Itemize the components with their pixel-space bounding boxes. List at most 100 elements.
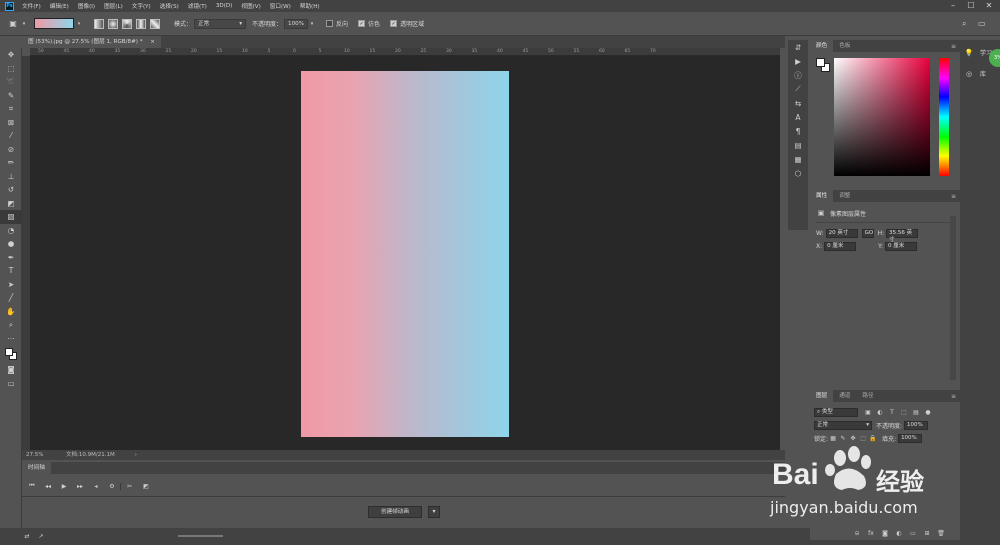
character-icon[interactable]: A bbox=[788, 110, 808, 124]
styles-icon[interactable]: ▤ bbox=[788, 138, 808, 152]
stamp-tool-icon[interactable]: ⊥ bbox=[0, 170, 22, 184]
blend-mode-select[interactable]: 正常 ▾ bbox=[814, 421, 872, 430]
hue-slider[interactable] bbox=[939, 58, 949, 176]
type-filter-icon[interactable]: T bbox=[886, 409, 898, 416]
document-canvas[interactable] bbox=[301, 71, 509, 437]
menu-view[interactable]: 视图(V) bbox=[241, 2, 260, 10]
panel-menu-icon[interactable]: ≡ bbox=[951, 43, 956, 50]
3d-icon[interactable]: ⬡ bbox=[788, 166, 808, 180]
close-icon[interactable]: ✕ bbox=[980, 0, 998, 12]
screen-mode-icon[interactable]: ▭ bbox=[0, 377, 22, 391]
foreground-background-icon[interactable] bbox=[0, 345, 22, 363]
history-brush-tool-icon[interactable]: ↺ bbox=[0, 183, 22, 197]
quick-mask-icon[interactable]: ◙ bbox=[0, 363, 22, 377]
more-tools-icon[interactable]: ⋯ bbox=[0, 332, 22, 346]
tab-paths[interactable]: 路径 bbox=[856, 390, 879, 402]
document-tab[interactable]: 图 (53%).jpg @ 27.5% (图层 1, RGB/8#) * × bbox=[22, 36, 161, 48]
adjustments-icon[interactable]: ⇆ bbox=[788, 96, 808, 110]
gradient-tool-icon[interactable]: ▧ bbox=[0, 210, 22, 224]
menu-window[interactable]: 窗口(W) bbox=[270, 2, 291, 10]
close-icon[interactable]: × bbox=[150, 39, 155, 45]
type-tool-icon[interactable]: T bbox=[0, 264, 22, 278]
scissors-icon[interactable]: ✂ bbox=[120, 482, 138, 490]
paragraph-icon[interactable]: ¶ bbox=[788, 124, 808, 138]
crop-tool-icon[interactable]: ⌗ bbox=[0, 102, 22, 116]
create-frame-animation-button[interactable]: 创建帧动画 bbox=[368, 506, 422, 518]
transition-icon[interactable]: ◩ bbox=[138, 483, 154, 490]
tab-channels[interactable]: 通道 bbox=[833, 390, 856, 402]
diamond-gradient-button[interactable] bbox=[150, 18, 160, 29]
menu-file[interactable]: 文件(F) bbox=[22, 2, 41, 10]
chevron-down-icon[interactable]: ▾ bbox=[428, 506, 440, 518]
maximize-icon[interactable]: ☐ bbox=[962, 0, 980, 12]
y-input[interactable]: 0 厘米 bbox=[885, 242, 918, 251]
gradient-picker-swatch[interactable] bbox=[34, 18, 74, 29]
line-tool-icon[interactable]: ╱ bbox=[0, 291, 22, 305]
scrollbar[interactable] bbox=[950, 216, 956, 380]
adjustment-filter-icon[interactable]: ◐ bbox=[874, 409, 886, 416]
chevron-down-icon[interactable]: ▾ bbox=[20, 21, 28, 27]
width-input[interactable]: 20 英寸 bbox=[825, 229, 858, 238]
height-input[interactable]: 35.56 英寸 bbox=[886, 229, 919, 243]
path-select-tool-icon[interactable]: ➤ bbox=[0, 278, 22, 292]
previous-frame-icon[interactable]: ◂◂ bbox=[40, 483, 56, 490]
link-dimensions-button[interactable]: GO bbox=[861, 229, 874, 238]
layer-opacity-input[interactable]: 100% bbox=[904, 421, 929, 430]
canvas-area[interactable] bbox=[30, 56, 780, 450]
lasso-tool-icon[interactable]: ➰ bbox=[0, 75, 22, 89]
tab-properties[interactable]: 属性 bbox=[810, 190, 834, 202]
panel-menu-icon[interactable]: ≡ bbox=[951, 193, 956, 200]
chevron-right-icon[interactable]: › bbox=[135, 450, 137, 460]
brush-settings-icon[interactable]: ⟋ bbox=[788, 82, 808, 96]
x-input[interactable]: 0 厘米 bbox=[824, 242, 857, 251]
layer-kind-filter[interactable]: ⌕ 类型 bbox=[814, 408, 858, 417]
workspace-icon[interactable]: ▭ bbox=[978, 19, 986, 28]
group-icon[interactable]: ▭ bbox=[906, 530, 920, 537]
mode-select[interactable]: 正常 ▾ bbox=[194, 18, 247, 29]
blur-tool-icon[interactable]: ◔ bbox=[0, 224, 22, 238]
chevron-down-icon[interactable]: ▾ bbox=[308, 21, 316, 27]
angle-gradient-button[interactable] bbox=[122, 18, 132, 29]
tab-layers[interactable]: 图层 bbox=[810, 390, 834, 402]
radial-gradient-button[interactable] bbox=[108, 18, 118, 29]
minimize-icon[interactable]: – bbox=[944, 0, 962, 12]
first-frame-icon[interactable]: ⏮ bbox=[24, 482, 40, 490]
zoom-tool-icon[interactable]: ⌕ bbox=[0, 318, 22, 332]
quick-select-tool-icon[interactable]: ✎ bbox=[0, 89, 22, 103]
zoom-slider[interactable] bbox=[178, 535, 223, 537]
adjustment-layer-icon[interactable]: ◐ bbox=[892, 530, 906, 537]
menu-type[interactable]: 文字(Y) bbox=[132, 2, 151, 10]
menu-layer[interactable]: 图层(L) bbox=[104, 2, 123, 10]
info-icon[interactable]: ⓘ bbox=[788, 68, 808, 82]
shape-filter-icon[interactable]: ⬚ bbox=[898, 409, 910, 416]
menu-edit[interactable]: 编辑(E) bbox=[50, 2, 69, 10]
tab-swatches[interactable]: 色板 bbox=[833, 40, 856, 52]
trash-icon[interactable]: 🗑 bbox=[934, 530, 948, 537]
lightbulb-icon[interactable]: 💡 bbox=[964, 49, 974, 57]
swatches-icon[interactable]: ▦ bbox=[788, 152, 808, 166]
marquee-tool-icon[interactable]: ⬚ bbox=[0, 62, 22, 76]
library-label[interactable]: 库 bbox=[980, 69, 986, 78]
hand-tool-icon[interactable]: ✋ bbox=[0, 305, 22, 319]
reflected-gradient-button[interactable] bbox=[136, 18, 146, 29]
zoom-level[interactable]: 27.5% bbox=[26, 450, 66, 460]
fx-icon[interactable]: fx bbox=[864, 530, 878, 537]
transparency-checkbox[interactable]: ✓ bbox=[390, 20, 398, 27]
dodge-tool-icon[interactable]: ● bbox=[0, 237, 22, 251]
add-mask-icon[interactable]: ◙ bbox=[878, 530, 892, 537]
tab-adjustments[interactable]: 调整 bbox=[833, 190, 856, 202]
new-layer-icon[interactable]: ⊞ bbox=[920, 530, 934, 537]
history-icon[interactable]: ⇵ bbox=[788, 40, 808, 54]
eyedropper-tool-icon[interactable]: ⁄ bbox=[0, 129, 22, 143]
healing-brush-tool-icon[interactable]: ⊘ bbox=[0, 143, 22, 157]
menu-3d[interactable]: 3D(D) bbox=[216, 3, 233, 9]
search-icon[interactable]: ⌕ bbox=[962, 19, 966, 29]
chevron-down-icon[interactable]: ▾ bbox=[74, 21, 84, 27]
brush-tool-icon[interactable]: ✏ bbox=[0, 156, 22, 170]
opacity-input[interactable]: 100% bbox=[284, 18, 309, 29]
menu-image[interactable]: 图像(I) bbox=[78, 2, 95, 10]
reverse-checkbox[interactable] bbox=[326, 20, 334, 27]
next-frame-icon[interactable]: ▸▸ bbox=[72, 483, 88, 490]
menu-filter[interactable]: 滤镜(T) bbox=[188, 2, 207, 10]
settings-icon[interactable]: ⚙ bbox=[104, 483, 120, 490]
